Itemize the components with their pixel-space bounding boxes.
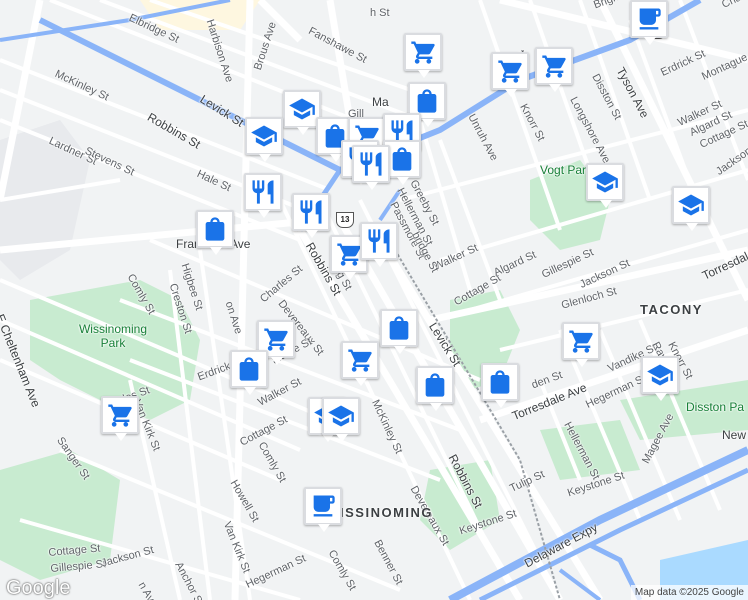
poi-marker-shopping-bag[interactable] bbox=[481, 363, 519, 408]
poi-marker-school[interactable] bbox=[586, 163, 624, 208]
shopping-bag-icon bbox=[486, 368, 514, 396]
park-label: Wissinoming Park bbox=[78, 322, 147, 350]
restaurant-icon bbox=[249, 178, 277, 206]
shopping-cart-icon bbox=[567, 327, 595, 355]
poi-marker-shopping-bag[interactable] bbox=[230, 350, 268, 395]
restaurant-icon bbox=[297, 198, 325, 226]
poi-marker-restaurant[interactable] bbox=[292, 193, 330, 238]
street-label: Ma bbox=[372, 95, 389, 109]
poi-marker-school[interactable] bbox=[672, 186, 710, 231]
school-icon bbox=[646, 361, 674, 389]
park-label: Vogt Park bbox=[540, 163, 593, 177]
map-attribution[interactable]: Map data ©2025 Google bbox=[630, 585, 748, 600]
poi-marker-school[interactable] bbox=[245, 117, 283, 162]
school-icon bbox=[591, 168, 619, 196]
poi-marker-shopping-bag[interactable] bbox=[196, 210, 234, 255]
poi-marker-school[interactable] bbox=[322, 397, 360, 442]
shopping-bag-icon bbox=[388, 145, 416, 173]
shopping-bag-icon bbox=[385, 314, 413, 342]
poi-marker-shopping-bag[interactable] bbox=[416, 366, 454, 411]
restaurant-icon bbox=[357, 150, 385, 178]
shopping-cart-icon bbox=[409, 38, 437, 66]
shopping-cart-icon bbox=[496, 57, 524, 85]
poi-marker-shopping-bag[interactable] bbox=[380, 309, 418, 354]
street-label: New bbox=[722, 428, 747, 442]
poi-marker-restaurant[interactable] bbox=[360, 222, 398, 267]
shopping-cart-icon bbox=[262, 325, 290, 353]
park-label: Disston Pa bbox=[686, 400, 745, 414]
school-icon bbox=[288, 95, 316, 123]
poi-marker-coffee[interactable] bbox=[304, 487, 342, 532]
neighborhood-label: TACONY bbox=[640, 302, 703, 317]
shopping-cart-icon bbox=[335, 240, 363, 268]
poi-marker-coffee[interactable] bbox=[630, 0, 668, 45]
google-logo: Google bbox=[6, 577, 71, 599]
shopping-cart-icon bbox=[540, 52, 568, 80]
map-canvas[interactable]: 13 13 Elbridge StHarbison AveBrous AveFa… bbox=[0, 0, 748, 600]
route-13-shield: 13 bbox=[336, 212, 354, 228]
street-label: h St bbox=[370, 7, 390, 19]
poi-marker-shopping-cart[interactable] bbox=[341, 341, 379, 386]
neighborhood-label: ISSINOMING bbox=[340, 505, 434, 520]
poi-marker-shopping-cart[interactable] bbox=[535, 47, 573, 92]
poi-marker-shopping-cart[interactable] bbox=[491, 52, 529, 97]
restaurant-icon bbox=[365, 227, 393, 255]
shopping-cart-icon bbox=[106, 401, 134, 429]
shopping-bag-icon bbox=[201, 215, 229, 243]
school-icon bbox=[327, 402, 355, 430]
shopping-cart-icon bbox=[346, 346, 374, 374]
shopping-bag-icon bbox=[413, 87, 441, 115]
poi-marker-restaurant[interactable] bbox=[244, 173, 282, 218]
coffee-icon bbox=[635, 5, 663, 33]
poi-marker-restaurant[interactable] bbox=[352, 145, 390, 190]
poi-marker-shopping-cart[interactable] bbox=[404, 33, 442, 78]
school-icon bbox=[677, 191, 705, 219]
shopping-bag-icon bbox=[235, 355, 263, 383]
poi-marker-school[interactable] bbox=[641, 356, 679, 401]
poi-marker-shopping-cart[interactable] bbox=[101, 396, 139, 441]
school-icon bbox=[250, 122, 278, 150]
poi-marker-shopping-cart[interactable] bbox=[562, 322, 600, 367]
shopping-bag-icon bbox=[421, 371, 449, 399]
coffee-icon bbox=[309, 492, 337, 520]
